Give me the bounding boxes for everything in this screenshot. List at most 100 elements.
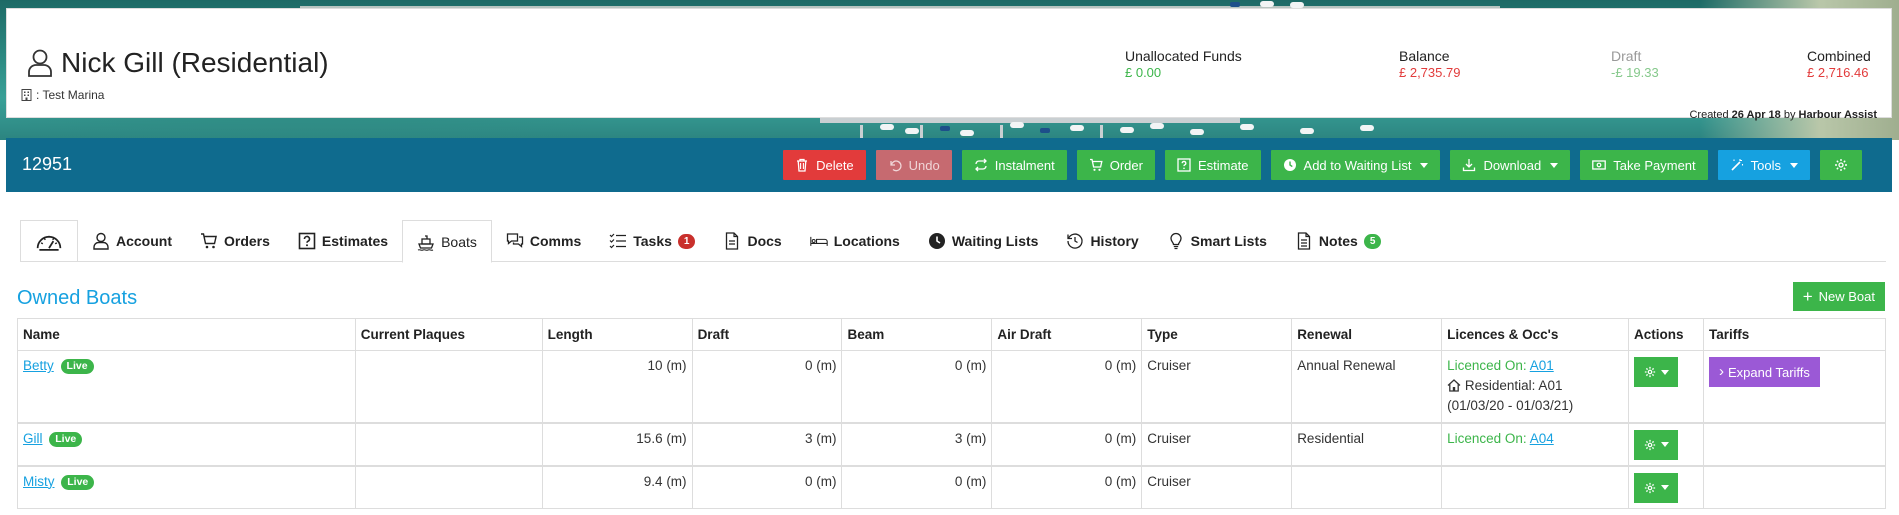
delete-label: Delete [816,157,854,173]
building-icon [21,89,32,101]
column-header[interactable]: Current Plaques [354,318,543,351]
take-payment-button[interactable]: Take Payment [1580,150,1708,180]
column-header[interactable]: Tariffs [1703,318,1886,351]
actions-cell [1628,350,1705,423]
tab-estimates[interactable]: Estimates [284,220,402,262]
boat-name-cell: Betty Live [17,350,356,423]
add-to-waiting-list-label: Add to Waiting List [1303,157,1412,173]
download-label: Download [1483,157,1542,173]
combined-label: Combined [1807,48,1871,64]
licence-code-link[interactable]: A01 [1530,358,1554,373]
chevron-down-icon [1660,369,1669,375]
column-header[interactable]: Renewal [1291,318,1443,351]
tab-estimates-label: Estimates [321,233,389,249]
tab-docs[interactable]: Docs [709,220,795,262]
tab-orders[interactable]: Orders [186,220,284,262]
account-toolbar: Delete Undo Instalment Order Estimate Ad… [783,150,1862,180]
plus-icon: + [1802,287,1813,306]
draft-cell: 0 (m) [691,464,843,509]
column-header[interactable]: Beam [841,318,993,351]
speedometer-icon [36,235,62,251]
boat-name-link[interactable]: Betty [23,358,54,373]
tab-notes[interactable]: Notes 5 [1281,220,1395,262]
tab-dashboard[interactable] [20,220,78,262]
expand-tariffs-button[interactable]: › Expand Tariffs [1709,357,1820,387]
created-by: Harbour Assist [1798,109,1877,121]
delete-button[interactable]: Delete [783,150,866,180]
undo-button[interactable]: Undo [875,150,952,180]
column-header[interactable]: Length [541,318,693,351]
checklist-icon [609,233,627,249]
document-icon [726,232,739,250]
plaques-cell [354,421,543,466]
estimate-label: Estimate [1197,157,1249,173]
clock-icon [928,233,945,249]
column-header[interactable]: Name [17,318,356,351]
expand-tariffs-label: Expand Tariffs [1728,364,1810,380]
column-header[interactable]: Draft [691,318,843,351]
add-to-waiting-list-button[interactable]: Add to Waiting List [1270,150,1441,180]
account-tabs: Account Orders Estimates Boats Comms Tas… [20,220,1886,263]
combined-value: £ 2,716.46 [1807,65,1869,80]
tariffs-cell [1703,421,1886,466]
table-row: Betty Live 10 (m) 0 (m) 0 (m) 0 (m) Crui… [17,350,1886,423]
tab-history[interactable]: History [1052,220,1152,262]
tab-orders-label: Orders [224,233,270,249]
account-number: 12951 [22,154,73,174]
renewal-cell [1291,464,1443,509]
instalment-button[interactable]: Instalment [961,150,1067,180]
tab-smart-lists[interactable]: Smart Lists [1153,220,1281,262]
chevron-down-icon [1420,162,1429,168]
gear-icon [1835,159,1847,171]
undo-label: Undo [908,157,940,173]
customer-name-heading: Nick Gill (Residential) [27,47,329,79]
column-header[interactable]: Air Draft [991,318,1143,351]
draft-label: Draft [1611,48,1642,64]
boat-actions-button[interactable] [1634,472,1679,503]
tab-boats[interactable]: Boats [402,220,492,263]
trash-icon [797,158,808,172]
column-header[interactable]: Licences & Occ's [1441,318,1630,351]
ship-icon [417,234,435,251]
balance-label: Balance [1399,48,1450,64]
tools-button[interactable]: Tools [1717,150,1810,180]
tab-comms[interactable]: Comms [492,220,595,262]
settings-button[interactable] [1820,150,1862,180]
chevron-down-icon [1660,442,1669,447]
gear-icon [1644,439,1655,450]
live-badge: Live [60,359,94,374]
type-cell: Cruiser [1141,350,1293,423]
tab-locations[interactable]: Locations [796,220,914,262]
tools-label: Tools [1750,157,1781,173]
account-toolbar-band: 12951 Delete Undo Instalment Order Estim… [6,138,1892,192]
balance-stat: Balance £ 2,735.79 [1399,47,1460,81]
order-button[interactable]: Order [1076,150,1155,180]
boat-name-link[interactable]: Gill [23,431,43,446]
boat-actions-button[interactable] [1634,429,1679,460]
beam-cell: 3 (m) [841,421,993,466]
boat-name-link[interactable]: Misty [23,474,55,489]
column-header[interactable]: Actions [1628,318,1705,351]
take-payment-label: Take Payment [1613,157,1696,173]
boat-name-cell: Gill Live [17,421,356,466]
tab-tasks-label: Tasks [633,233,672,249]
licence-code-link[interactable]: A04 [1530,431,1554,446]
boat-name-cell: Misty Live [17,464,356,509]
download-button[interactable]: Download [1450,150,1571,180]
tasks-count-badge: 1 [677,233,696,249]
tab-notes-label: Notes [1318,233,1358,249]
beam-cell: 0 (m) [841,464,993,509]
tab-account[interactable]: Account [78,220,186,262]
beam-cell: 0 (m) [841,350,993,423]
estimate-button[interactable]: Estimate [1164,150,1261,180]
tab-waiting-lists[interactable]: Waiting Lists [914,220,1053,262]
boat-actions-button[interactable] [1634,357,1679,387]
house-icon [1447,379,1461,392]
tariffs-cell [1703,464,1886,509]
tab-tasks[interactable]: Tasks 1 [595,220,709,262]
clock-icon [1283,159,1296,171]
column-header[interactable]: Type [1141,318,1293,351]
new-boat-button[interactable]: + New Boat [1792,282,1885,311]
tab-account-label: Account [116,233,172,249]
magic-wand-icon [1731,159,1743,171]
